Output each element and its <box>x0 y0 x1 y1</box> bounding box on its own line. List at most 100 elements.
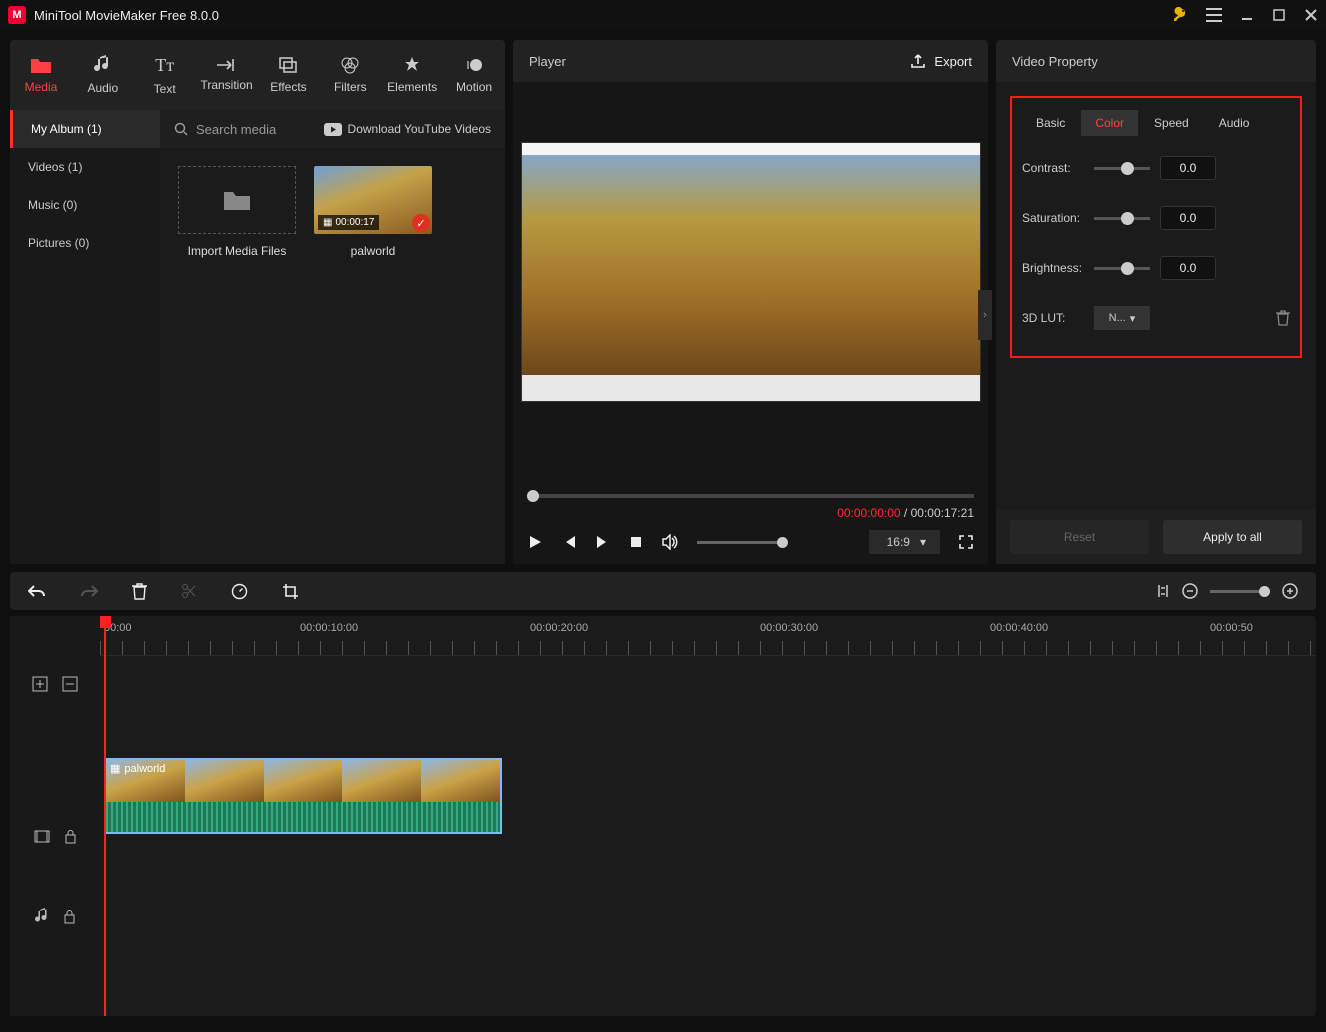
sidebar-item-pictures[interactable]: Pictures (0) <box>10 224 160 262</box>
timeline-tracks[interactable]: 00:00 00:00:10:00 00:00:20:00 00:00:30:0… <box>100 616 1316 1016</box>
tab-text[interactable]: Tт Text <box>134 40 196 110</box>
import-media-button[interactable] <box>178 166 296 234</box>
add-track-icon[interactable] <box>32 676 48 692</box>
zoom-slider[interactable] <box>1210 590 1270 593</box>
menu-icon[interactable] <box>1206 8 1222 22</box>
stop-button[interactable] <box>629 535 643 549</box>
filters-icon <box>340 56 360 74</box>
timeline-toolbar <box>10 572 1316 610</box>
chevron-down-icon: ▾ <box>1130 312 1136 325</box>
audio-track-icon <box>35 908 49 924</box>
player-title: Player <box>529 54 566 69</box>
media-sidebar: My Album (1) Videos (1) Music (0) Pictur… <box>10 110 160 564</box>
effects-icon <box>278 56 298 74</box>
search-input[interactable]: Search media <box>174 122 316 137</box>
apply-all-button[interactable]: Apply to all <box>1163 520 1302 554</box>
media-clip-thumbnail[interactable]: ▦ 00:00:17 ✓ <box>314 166 432 234</box>
tab-label: Transition <box>200 78 252 92</box>
preview-viewport[interactable] <box>521 142 981 402</box>
sidebar-item-myalbum[interactable]: My Album (1) <box>10 110 160 148</box>
tab-audio[interactable]: Audio <box>72 40 134 110</box>
clip-duration-badge: ▦ 00:00:17 <box>318 215 379 230</box>
saturation-slider[interactable] <box>1094 217 1150 220</box>
export-button[interactable]: Export <box>910 53 972 69</box>
youtube-icon <box>324 123 342 136</box>
volume-icon[interactable] <box>661 534 679 550</box>
timeline-fit-icon[interactable] <box>1156 583 1170 599</box>
close-icon[interactable] <box>1304 8 1318 22</box>
clip-added-check-icon: ✓ <box>412 214 430 232</box>
key-icon[interactable] <box>1172 7 1188 23</box>
tab-label: Motion <box>456 80 492 94</box>
tab-label: Text <box>154 82 176 96</box>
lut-delete-icon[interactable] <box>1276 310 1290 326</box>
tab-transition[interactable]: Transition <box>196 40 258 110</box>
prop-tab-audio[interactable]: Audio <box>1205 110 1264 136</box>
aspect-ratio-select[interactable]: 16:9 ▾ <box>869 530 940 554</box>
panel-expand-handle[interactable]: › <box>978 290 992 340</box>
sidebar-item-videos[interactable]: Videos (1) <box>10 148 160 186</box>
speed-button[interactable] <box>231 583 248 600</box>
lock-icon[interactable] <box>64 829 77 844</box>
brightness-label: Brightness: <box>1022 261 1084 275</box>
zoom-in-button[interactable] <box>1282 583 1298 599</box>
audio-track[interactable] <box>100 846 1316 906</box>
tick-label: 00:00:30:00 <box>760 622 818 634</box>
undo-button[interactable] <box>28 584 46 598</box>
tab-label: Filters <box>334 80 367 94</box>
zoom-out-button[interactable] <box>1182 583 1198 599</box>
collapse-track-icon[interactable] <box>62 676 78 692</box>
tab-elements[interactable]: Elements <box>381 40 443 110</box>
fullscreen-button[interactable] <box>958 534 974 550</box>
audio-icon <box>94 55 112 75</box>
timeline: 00:00 00:00:10:00 00:00:20:00 00:00:30:0… <box>10 616 1316 1016</box>
prop-tab-basic[interactable]: Basic <box>1022 110 1079 136</box>
reset-button: Reset <box>1010 520 1149 554</box>
time-ruler[interactable]: 00:00 00:00:10:00 00:00:20:00 00:00:30:0… <box>100 616 1316 656</box>
brightness-slider[interactable] <box>1094 267 1150 270</box>
video-track-icon <box>34 830 50 843</box>
maximize-icon[interactable] <box>1272 8 1286 22</box>
lut-select[interactable]: N... ▾ <box>1094 306 1150 330</box>
brightness-value[interactable]: 0.0 <box>1160 256 1216 280</box>
time-display: 00:00:00:00 / 00:00:17:21 <box>527 506 974 520</box>
play-button[interactable] <box>527 534 543 550</box>
audio-waveform <box>106 802 500 832</box>
tick-label: 00:00:50 <box>1210 622 1253 634</box>
crop-button[interactable] <box>282 583 299 600</box>
tab-effects[interactable]: Effects <box>258 40 320 110</box>
tab-motion[interactable]: Motion <box>443 40 505 110</box>
tab-filters[interactable]: Filters <box>319 40 381 110</box>
playhead[interactable] <box>104 616 106 1016</box>
download-youtube-button[interactable]: Download YouTube Videos <box>324 122 491 136</box>
export-label: Export <box>934 54 972 69</box>
tab-media[interactable]: Media <box>10 40 72 110</box>
sidebar-item-music[interactable]: Music (0) <box>10 186 160 224</box>
saturation-value[interactable]: 0.0 <box>1160 206 1216 230</box>
prop-tab-color[interactable]: Color <box>1081 110 1138 136</box>
contrast-slider[interactable] <box>1094 167 1150 170</box>
timeline-clip[interactable]: ▦palworld <box>104 758 502 834</box>
film-icon: ▦ <box>323 217 332 228</box>
search-placeholder: Search media <box>196 122 276 137</box>
folder-icon <box>30 56 52 74</box>
text-icon: Tт <box>155 55 174 76</box>
prop-tab-speed[interactable]: Speed <box>1140 110 1203 136</box>
motion-icon <box>465 56 483 74</box>
prev-frame-button[interactable] <box>561 535 577 549</box>
delete-button[interactable] <box>132 583 147 600</box>
split-button[interactable] <box>181 583 197 599</box>
lut-label: 3D LUT: <box>1022 311 1084 325</box>
tick-label: 00:00:10:00 <box>300 622 358 634</box>
transition-icon <box>216 58 238 72</box>
volume-slider[interactable] <box>697 541 787 544</box>
redo-button[interactable] <box>80 584 98 598</box>
player-panel: Player Export 00:00:00:00 / 00:00:17:21 <box>513 40 988 564</box>
seek-slider[interactable] <box>527 494 974 498</box>
import-label: Import Media Files <box>188 244 287 258</box>
contrast-value[interactable]: 0.0 <box>1160 156 1216 180</box>
minimize-icon[interactable] <box>1240 8 1254 22</box>
video-track[interactable]: ▦palworld <box>100 756 1316 836</box>
lock-icon[interactable] <box>63 909 76 924</box>
next-frame-button[interactable] <box>595 535 611 549</box>
